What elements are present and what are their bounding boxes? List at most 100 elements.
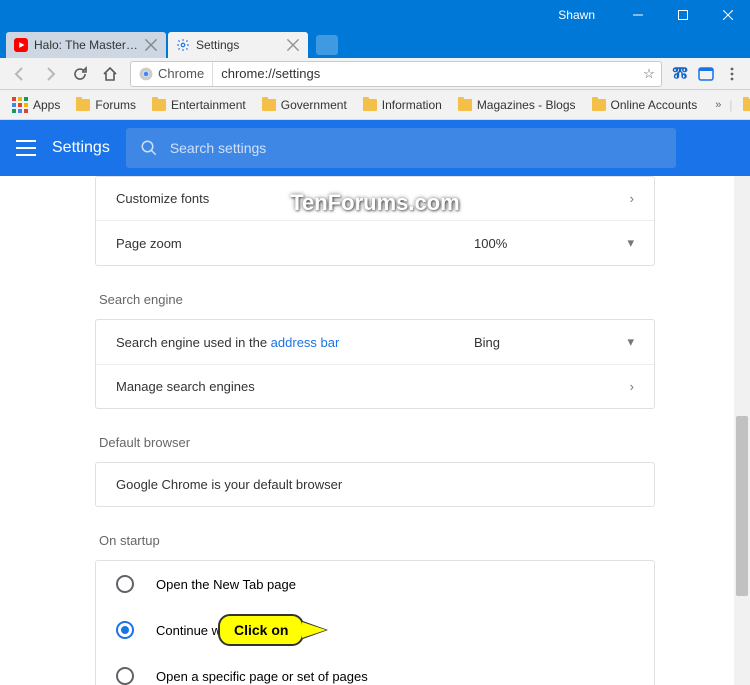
folder-icon — [76, 99, 90, 111]
tab-youtube[interactable]: Halo: The Master Chief C — [6, 32, 166, 58]
youtube-icon — [14, 38, 28, 52]
bookmark-star-icon[interactable]: ☆ — [637, 66, 661, 82]
row-label: Search engine used in the address bar — [116, 335, 474, 350]
search-engine-value: Bing — [474, 335, 614, 350]
manage-search-engines-row[interactable]: Manage search engines › — [96, 364, 654, 408]
scrollbar-thumb[interactable] — [736, 416, 748, 596]
page-zoom-row[interactable]: Page zoom 100% ▾ — [96, 220, 654, 265]
extension-icon[interactable] — [694, 62, 718, 86]
default-browser-card: Google Chrome is your default browser — [95, 462, 655, 507]
bookmark-label: Online Accounts — [611, 98, 698, 112]
default-browser-row: Google Chrome is your default browser — [96, 463, 654, 506]
radio-label: Open the New Tab page — [156, 577, 296, 592]
apps-icon — [12, 97, 28, 113]
forward-button[interactable] — [36, 60, 64, 88]
tab-settings[interactable]: Settings — [168, 32, 308, 58]
bookmark-folder[interactable]: Entertainment — [146, 95, 252, 115]
site-chip-label: Chrome — [158, 66, 204, 81]
bookmark-folder[interactable]: Magazines - Blogs — [452, 95, 582, 115]
window-maximize-button[interactable] — [660, 0, 705, 30]
browser-menu-button[interactable] — [720, 62, 744, 86]
settings-title: Settings — [52, 139, 110, 157]
folder-icon — [743, 99, 750, 111]
chevron-right-icon: › — [614, 191, 634, 206]
startup-option-newtab[interactable]: Open the New Tab page — [96, 561, 654, 607]
search-engine-card: Search engine used in the address bar Bi… — [95, 319, 655, 409]
section-title-default-browser: Default browser — [95, 425, 655, 462]
radio-button[interactable] — [116, 667, 134, 685]
close-icon[interactable] — [286, 38, 300, 52]
row-label: Customize fonts — [116, 191, 614, 206]
tab-strip: Halo: The Master Chief C Settings — [0, 30, 750, 58]
extension-icon[interactable]: Ⰿ — [668, 62, 692, 86]
window-close-button[interactable] — [705, 0, 750, 30]
search-icon — [140, 139, 158, 157]
apps-label: Apps — [33, 98, 60, 112]
close-icon[interactable] — [144, 38, 158, 52]
bookmark-label: Government — [281, 98, 347, 112]
radio-button[interactable] — [116, 621, 134, 639]
settings-search-input[interactable] — [170, 140, 662, 156]
folder-icon — [458, 99, 472, 111]
chrome-icon — [139, 67, 153, 81]
home-button[interactable] — [96, 60, 124, 88]
row-label: Page zoom — [116, 236, 474, 251]
site-info-chip[interactable]: Chrome — [131, 62, 213, 86]
bookmark-folder[interactable]: Government — [256, 95, 353, 115]
row-label: Manage search engines — [116, 379, 614, 394]
appearance-card: Customize fonts › Page zoom 100% ▾ — [95, 176, 655, 266]
apps-shortcut[interactable]: Apps — [6, 94, 66, 116]
folder-icon — [152, 99, 166, 111]
bookmark-folder[interactable]: Online Accounts — [586, 95, 704, 115]
radio-button[interactable] — [116, 575, 134, 593]
on-startup-card: Open the New Tab page Continue where you… — [95, 560, 655, 685]
address-bar-link[interactable]: address bar — [271, 335, 340, 350]
settings-search-box[interactable] — [126, 128, 676, 168]
dropdown-caret-icon: ▾ — [614, 334, 634, 350]
tab-label: Halo: The Master Chief C — [34, 38, 140, 52]
bookmark-folder[interactable]: Forums — [70, 95, 142, 115]
bookmark-label: Entertainment — [171, 98, 246, 112]
other-bookmarks-button[interactable]: Other bookmarks — [737, 95, 750, 115]
back-button[interactable] — [6, 60, 34, 88]
browser-toolbar: Chrome chrome://settings ☆ Ⰿ — [0, 58, 750, 90]
folder-icon — [592, 99, 606, 111]
row-label-prefix: Search engine used in the — [116, 335, 271, 350]
page-zoom-value: 100% — [474, 236, 614, 251]
section-title-search-engine: Search engine — [95, 282, 655, 319]
new-tab-button[interactable] — [316, 35, 338, 55]
window-username: Shawn — [558, 8, 615, 22]
window-minimize-button[interactable] — [615, 0, 660, 30]
annotation-bubble: Click on — [218, 614, 304, 646]
annotation-callout: Click on — [218, 614, 326, 646]
section-title-on-startup: On startup — [95, 523, 655, 560]
folder-icon — [262, 99, 276, 111]
bookmark-folder[interactable]: Information — [357, 95, 448, 115]
chevron-right-icon: › — [614, 379, 634, 394]
url-text: chrome://settings — [213, 66, 637, 81]
search-engine-row[interactable]: Search engine used in the address bar Bi… — [96, 320, 654, 364]
row-label: Google Chrome is your default browser — [116, 477, 634, 492]
window-titlebar: Shawn — [0, 0, 750, 30]
settings-header: Settings — [0, 120, 750, 176]
dropdown-caret-icon: ▾ — [614, 235, 634, 251]
address-bar[interactable]: Chrome chrome://settings ☆ — [130, 61, 662, 87]
scrollbar-track[interactable] — [734, 176, 750, 685]
bookmark-overflow-button[interactable]: » — [711, 99, 725, 111]
annotation-text: Click on — [234, 622, 288, 638]
bookmark-label: Magazines - Blogs — [477, 98, 576, 112]
bookmark-label: Information — [382, 98, 442, 112]
startup-option-specific[interactable]: Open a specific page or set of pages — [96, 653, 654, 685]
customize-fonts-row[interactable]: Customize fonts › — [96, 177, 654, 220]
tab-label: Settings — [196, 38, 282, 52]
bookmark-label: Forums — [95, 98, 136, 112]
reload-button[interactable] — [66, 60, 94, 88]
settings-content-scroll[interactable]: Customize fonts › Page zoom 100% ▾ Searc… — [0, 176, 750, 685]
bookmarks-bar: Apps Forums Entertainment Government Inf… — [0, 90, 750, 120]
startup-option-continue[interactable]: Continue where you left off — [96, 607, 654, 653]
annotation-pointer — [302, 622, 326, 638]
radio-label: Open a specific page or set of pages — [156, 669, 368, 684]
gear-icon — [176, 38, 190, 52]
menu-button[interactable] — [16, 140, 36, 156]
folder-icon — [363, 99, 377, 111]
